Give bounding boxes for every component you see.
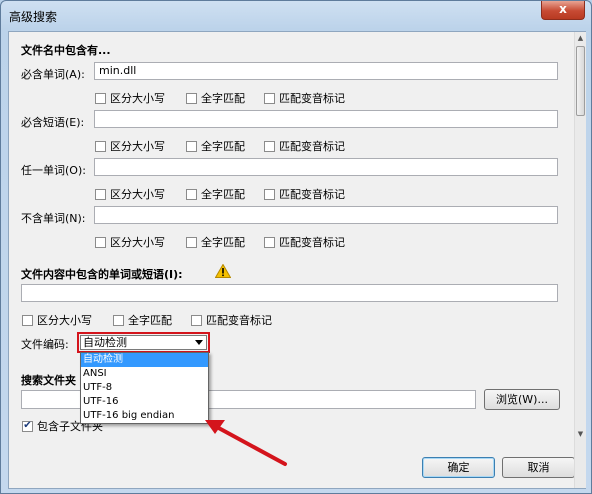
checkbox-box xyxy=(264,92,275,104)
checkbox-box xyxy=(186,188,197,200)
encoding-option[interactable]: UTF-16 xyxy=(81,395,208,409)
checkbox-box xyxy=(95,140,106,152)
checkbox-box xyxy=(191,314,202,326)
content-diacritics-checkbox[interactable]: 匹配变音标记 xyxy=(191,312,272,328)
dialog-content: 文件名中包含有... 必含单词(A): min.dll 区分大小写 全字匹配 匹… xyxy=(8,31,586,489)
close-button[interactable]: x xyxy=(541,1,585,20)
content-match-case-checkbox[interactable]: 区分大小写 xyxy=(22,312,92,328)
ok-button[interactable]: 确定 xyxy=(422,457,495,478)
row3-match-case-checkbox[interactable]: 区分大小写 xyxy=(95,186,165,202)
checkbox-box xyxy=(113,314,124,326)
checkbox-label: 区分大小写 xyxy=(110,236,165,249)
close-icon: x xyxy=(559,2,567,16)
must-contain-phrase-input[interactable] xyxy=(94,110,558,128)
scroll-thumb[interactable] xyxy=(576,46,585,116)
row1-match-case-checkbox[interactable]: 区分大小写 xyxy=(95,90,165,106)
encoding-option[interactable]: UTF-8 xyxy=(81,381,208,395)
encoding-dropdown-list: 自动检测 ANSI UTF-8 UTF-16 UTF-16 big endian xyxy=(80,352,209,424)
checkbox-label: 区分大小写 xyxy=(110,92,165,105)
checkbox-box xyxy=(186,140,197,152)
checkbox-box xyxy=(95,236,106,248)
any-word-input[interactable] xyxy=(94,158,558,176)
checkbox-box xyxy=(264,140,275,152)
exclude-words-input[interactable] xyxy=(94,206,558,224)
title-bar: 高级搜索 x xyxy=(1,1,591,29)
checkbox-label: 全字匹配 xyxy=(201,92,245,105)
row4-match-case-checkbox[interactable]: 区分大小写 xyxy=(95,234,165,250)
row2-diacritics-checkbox[interactable]: 匹配变音标记 xyxy=(264,138,345,154)
encoding-label: 文件编码: xyxy=(21,338,69,351)
checkbox-box xyxy=(186,236,197,248)
checkbox-label: 区分大小写 xyxy=(110,188,165,201)
scroll-down-icon[interactable]: ▼ xyxy=(575,428,586,440)
checkbox-label: 匹配变音标记 xyxy=(206,314,272,327)
checkbox-label: 匹配变音标记 xyxy=(279,92,345,105)
must-contain-words-input[interactable]: min.dll xyxy=(94,62,558,80)
encoding-selected-value: 自动检测 xyxy=(83,336,127,349)
row3-whole-word-checkbox[interactable]: 全字匹配 xyxy=(186,186,245,202)
checkbox-label: 区分大小写 xyxy=(110,140,165,153)
must-contain-words-label: 必含单词(A): xyxy=(21,68,85,81)
encoding-option[interactable]: 自动检测 xyxy=(81,353,208,367)
checkbox-label: 全字匹配 xyxy=(128,314,172,327)
cancel-button[interactable]: 取消 xyxy=(502,457,575,478)
checkbox-label: 全字匹配 xyxy=(201,140,245,153)
scroll-up-icon[interactable]: ▲ xyxy=(575,32,586,44)
warning-icon xyxy=(215,264,231,278)
folder-section-heading: 搜索文件夹 xyxy=(21,374,76,387)
row2-whole-word-checkbox[interactable]: 全字匹配 xyxy=(186,138,245,154)
vertical-scrollbar[interactable]: ▲ ▼ xyxy=(574,32,586,488)
row2-match-case-checkbox[interactable]: 区分大小写 xyxy=(95,138,165,154)
content-whole-word-checkbox[interactable]: 全字匹配 xyxy=(113,312,172,328)
checkbox-label: 全字匹配 xyxy=(201,188,245,201)
checkbox-box xyxy=(264,188,275,200)
checkbox-label: 匹配变音标记 xyxy=(279,236,345,249)
row4-whole-word-checkbox[interactable]: 全字匹配 xyxy=(186,234,245,250)
encoding-option[interactable]: UTF-16 big endian xyxy=(81,409,208,423)
content-phrase-input[interactable] xyxy=(21,284,558,302)
checkbox-box xyxy=(95,92,106,104)
exclude-words-label: 不含单词(N): xyxy=(21,212,86,225)
checkbox-box xyxy=(95,188,106,200)
checkbox-box xyxy=(264,236,275,248)
row3-diacritics-checkbox[interactable]: 匹配变音标记 xyxy=(264,186,345,202)
checkbox-box xyxy=(22,314,33,326)
content-section-heading: 文件内容中包含的单词或短语(I): xyxy=(21,268,183,281)
window-title: 高级搜索 xyxy=(9,10,58,24)
checkbox-label: 全字匹配 xyxy=(201,236,245,249)
advanced-search-window: 高级搜索 x 文件名中包含有... 必含单词(A): min.dll 区分大小写… xyxy=(0,0,592,494)
checkbox-label: 匹配变音标记 xyxy=(279,188,345,201)
checkbox-label: 区分大小写 xyxy=(37,314,92,327)
browse-button[interactable]: 浏览(W)... xyxy=(484,389,560,410)
row4-diacritics-checkbox[interactable]: 匹配变音标记 xyxy=(264,234,345,250)
must-contain-phrase-label: 必含短语(E): xyxy=(21,116,85,129)
checkbox-label: 匹配变音标记 xyxy=(279,140,345,153)
check-icon: ✔ xyxy=(22,420,33,432)
encoding-option[interactable]: ANSI xyxy=(81,367,208,381)
row1-diacritics-checkbox[interactable]: 匹配变音标记 xyxy=(264,90,345,106)
encoding-select[interactable]: 自动检测 xyxy=(77,332,210,353)
checkbox-box xyxy=(186,92,197,104)
row1-whole-word-checkbox[interactable]: 全字匹配 xyxy=(186,90,245,106)
filename-section-heading: 文件名中包含有... xyxy=(21,44,111,57)
any-word-label: 任一单词(O): xyxy=(21,164,86,177)
dropdown-arrow-icon xyxy=(195,340,203,345)
